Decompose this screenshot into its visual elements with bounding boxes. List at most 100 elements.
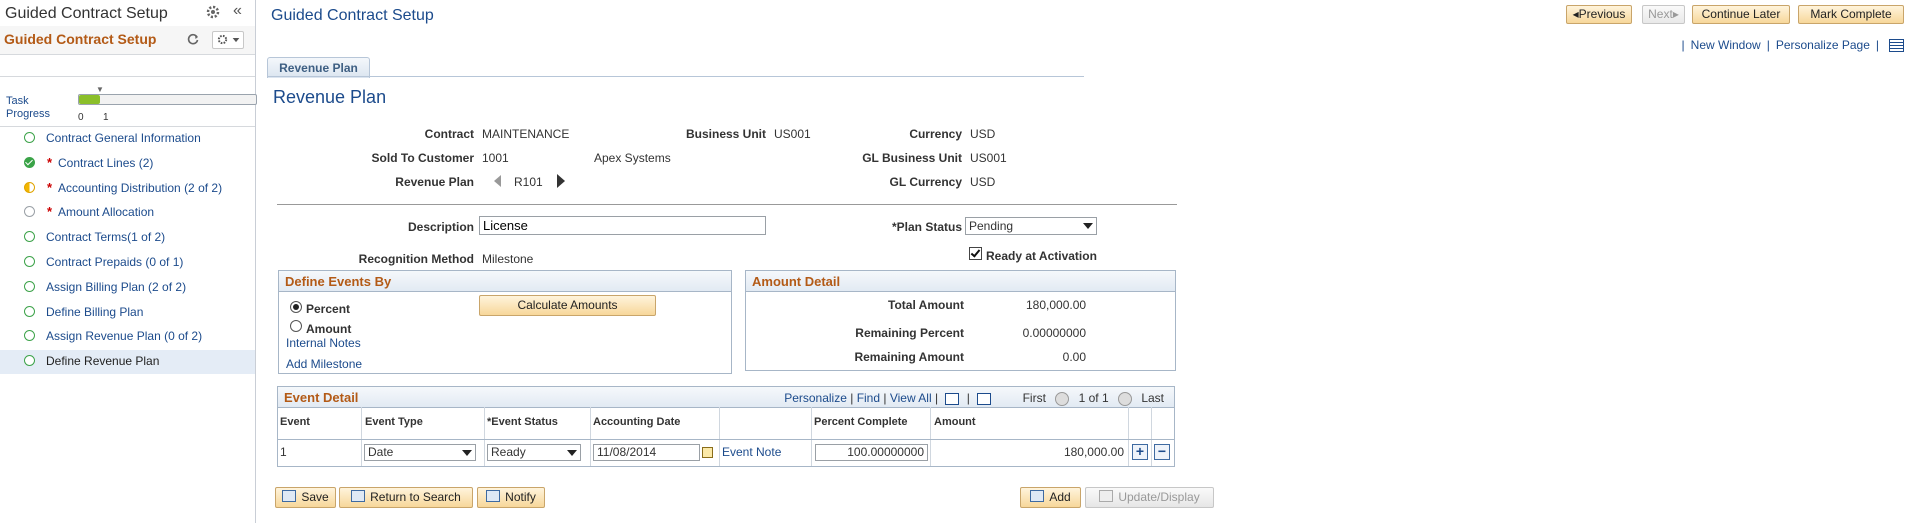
sidebar-actions-menu[interactable]: [212, 31, 244, 49]
page-indicator: 1 of 1: [1078, 391, 1109, 405]
define-events-group: Define Events By Percent Amount Calculat…: [278, 270, 732, 374]
sidebar-step[interactable]: * Amount Allocation: [0, 201, 255, 225]
continue-later-button[interactable]: Continue Later: [1692, 5, 1790, 24]
sidebar-step-label: Accounting Distribution (2 of 2): [58, 180, 223, 195]
sidebar-divider: [0, 76, 255, 77]
next-plan-arrow-icon[interactable]: [557, 174, 565, 188]
previous-button[interactable]: ◂Previous: [1566, 5, 1632, 24]
revenue-plan-label: Revenue Plan: [395, 175, 474, 189]
sidebar-step[interactable]: * Contract Lines (2): [0, 152, 255, 176]
col-header-event-type: Event Type: [365, 416, 423, 428]
sold-to-customer-name: Apex Systems: [594, 151, 671, 165]
amount-radio[interactable]: [290, 320, 302, 332]
event-status-select[interactable]: Ready: [487, 444, 581, 461]
add-milestone-link[interactable]: Add Milestone: [286, 357, 362, 371]
percent-radio[interactable]: [290, 301, 302, 313]
plan-status-value: Pending: [969, 219, 1014, 233]
sidebar-title: Guided Contract Setup: [5, 5, 168, 22]
business-unit-label: Business Unit: [685, 127, 766, 141]
sidebar-subtitle: Guided Contract Setup: [4, 31, 157, 47]
notify-button[interactable]: Notify: [477, 487, 545, 508]
section-divider: [277, 204, 1177, 205]
progress-label-line2: Progress: [6, 108, 51, 120]
personalize-page-link[interactable]: Personalize Page: [1776, 38, 1870, 52]
event-number: 1: [280, 445, 287, 459]
first-label[interactable]: First: [1023, 391, 1046, 405]
task-progress-label: Task Progress: [6, 95, 50, 121]
sidebar-step-label: Contract Terms(1 of 2): [46, 230, 166, 245]
step-status-icon: [24, 206, 35, 218]
contract-label: Contract: [424, 127, 474, 141]
percent-complete-input[interactable]: 100.00000000: [815, 444, 928, 461]
progress-marker-icon: ▼: [96, 85, 104, 94]
previous-row-icon[interactable]: [1055, 391, 1070, 406]
internal-notes-link[interactable]: Internal Notes: [286, 336, 361, 350]
find-link[interactable]: Find: [857, 391, 880, 405]
return-to-search-button[interactable]: Return to Search: [339, 487, 473, 508]
required-marker: *: [47, 204, 53, 220]
sidebar-step[interactable]: * Accounting Distribution (2 of 2): [0, 177, 255, 201]
personalize-grid-link[interactable]: Personalize: [784, 391, 847, 405]
event-note-link[interactable]: Event Note: [722, 445, 781, 459]
ready-at-activation-checkbox[interactable]: [969, 247, 982, 260]
amount-detail-title: Amount Detail: [752, 274, 841, 289]
step-status-icon: [24, 330, 35, 342]
zoom-grid-icon[interactable]: [945, 392, 960, 405]
plan-status-label: *Plan Status: [891, 220, 962, 234]
calculate-amounts-button[interactable]: Calculate Amounts: [479, 295, 656, 316]
sidebar-step-label: Contract General Information: [46, 131, 201, 145]
sidebar-step-label: Amount Allocation: [58, 205, 155, 220]
plan-status-select[interactable]: Pending: [965, 217, 1097, 235]
calendar-icon[interactable]: [702, 447, 713, 458]
step-status-icon: [24, 355, 35, 367]
sidebar-step[interactable]: Contract Terms(1 of 2): [0, 226, 255, 250]
sidebar-subheader: Guided Contract Setup: [0, 26, 255, 55]
total-amount-label: Total Amount: [888, 298, 964, 312]
progress-label-line1: Task: [6, 95, 29, 107]
gl-business-unit-value: US001: [970, 151, 1007, 165]
accounting-date-input[interactable]: 11/08/2014: [593, 444, 700, 461]
download-grid-icon[interactable]: [977, 392, 992, 405]
sidebar-step[interactable]: Define Billing Plan: [0, 301, 255, 325]
sidebar-step[interactable]: Define Revenue Plan: [0, 350, 255, 375]
mark-complete-button[interactable]: Mark Complete: [1798, 5, 1904, 24]
view-all-link[interactable]: View All: [890, 391, 932, 405]
add-row-button[interactable]: +: [1132, 444, 1148, 460]
gl-currency-value: USD: [970, 175, 996, 189]
save-button[interactable]: Save: [275, 487, 336, 508]
sidebar-step[interactable]: Contract General Information: [0, 127, 255, 151]
last-label[interactable]: Last: [1141, 391, 1164, 405]
define-events-title: Define Events By: [285, 274, 392, 289]
description-input[interactable]: [479, 216, 766, 235]
total-amount-value: 180,000.00: [1026, 298, 1087, 312]
collapse-sidebar-icon[interactable]: «: [233, 2, 242, 20]
grid-view-icon[interactable]: [1889, 39, 1904, 53]
event-type-select[interactable]: Date: [364, 444, 476, 461]
sidebar-step[interactable]: Assign Revenue Plan (0 of 2): [0, 325, 255, 349]
sidebar-step-label: Define Billing Plan: [46, 304, 144, 319]
next-row-icon[interactable]: [1117, 391, 1132, 406]
guided-sidebar: Guided Contract Setup « Guided Contract …: [0, 0, 257, 523]
remaining-percent-value: 0.00000000: [1022, 326, 1086, 340]
col-header-percent-complete: Percent Complete: [814, 416, 908, 428]
remaining-amount-label: Remaining Amount: [854, 350, 964, 364]
gear-icon[interactable]: [206, 5, 220, 19]
currency-label: Currency: [909, 127, 962, 141]
next-button[interactable]: Next▸: [1642, 5, 1685, 24]
description-label: Description: [407, 220, 474, 234]
delete-row-button[interactable]: −: [1154, 444, 1170, 460]
gear-icon: [217, 34, 228, 45]
update-display-button[interactable]: Update/Display: [1085, 487, 1214, 508]
amount-value: 180,000.00: [1063, 445, 1124, 459]
step-status-icon: [24, 256, 35, 267]
previous-plan-arrow-icon[interactable]: [494, 175, 501, 187]
tab-revenue-plan[interactable]: Revenue Plan: [267, 57, 370, 78]
refresh-icon[interactable]: [186, 32, 200, 46]
sidebar-step[interactable]: Contract Prepaids (0 of 1): [0, 251, 255, 275]
remaining-amount-value: 0.00: [1062, 350, 1086, 364]
step-status-icon: [24, 156, 35, 168]
page-title: Revenue Plan: [273, 87, 387, 107]
add-button[interactable]: Add: [1020, 487, 1081, 508]
new-window-link[interactable]: New Window: [1691, 38, 1761, 52]
sidebar-step[interactable]: Assign Billing Plan (2 of 2): [0, 276, 255, 300]
